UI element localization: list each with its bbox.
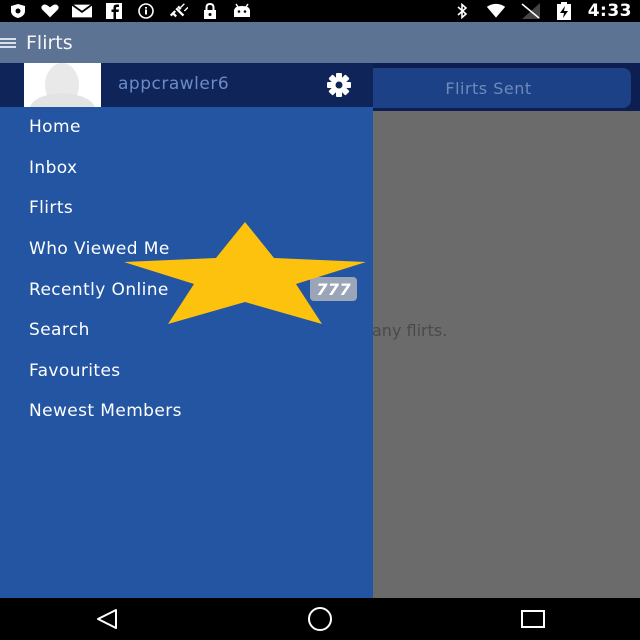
menu-item-home[interactable]: Home xyxy=(0,107,373,148)
tab-flirts-sent[interactable]: Flirts Sent xyxy=(346,68,631,108)
wifi-icon xyxy=(486,3,506,19)
username[interactable]: appcrawler6 xyxy=(118,74,229,94)
star-icon xyxy=(124,222,366,324)
menu-item-inbox[interactable]: Inbox xyxy=(0,148,373,189)
shield-icon xyxy=(8,3,28,19)
avatar[interactable] xyxy=(24,63,101,107)
satellite-icon xyxy=(168,3,188,19)
home-icon[interactable] xyxy=(290,598,350,640)
navigation-drawer: appcrawler6 Home Inbox Flirts Who Viewed… xyxy=(0,63,373,598)
info-icon xyxy=(136,3,156,19)
app-bar: Flirts xyxy=(0,22,640,63)
clock: 4:33 xyxy=(587,1,632,21)
system-icons: 4:33 xyxy=(452,1,632,21)
mail-icon xyxy=(72,3,92,19)
gear-icon[interactable] xyxy=(322,72,356,98)
drawer-header: appcrawler6 xyxy=(0,63,373,107)
back-icon[interactable] xyxy=(77,598,137,640)
android-icon xyxy=(232,3,252,19)
navigation-bar xyxy=(0,598,640,640)
empty-message: any flirts. xyxy=(372,321,448,340)
page-title: Flirts xyxy=(26,31,73,54)
heart-icon xyxy=(40,3,60,19)
facebook-icon xyxy=(104,3,124,19)
menu-item-favourites[interactable]: Favourites xyxy=(0,351,373,392)
status-bar: 4:33 xyxy=(0,0,640,22)
notification-icons xyxy=(8,3,252,19)
lock-icon xyxy=(200,3,220,19)
recent-apps-icon[interactable] xyxy=(503,598,563,640)
battery-charging-icon xyxy=(554,2,574,20)
menu-icon[interactable] xyxy=(0,35,18,51)
menu-item-newest-members[interactable]: Newest Members xyxy=(0,391,373,432)
bluetooth-icon xyxy=(452,3,472,19)
signal-icon xyxy=(520,3,540,19)
